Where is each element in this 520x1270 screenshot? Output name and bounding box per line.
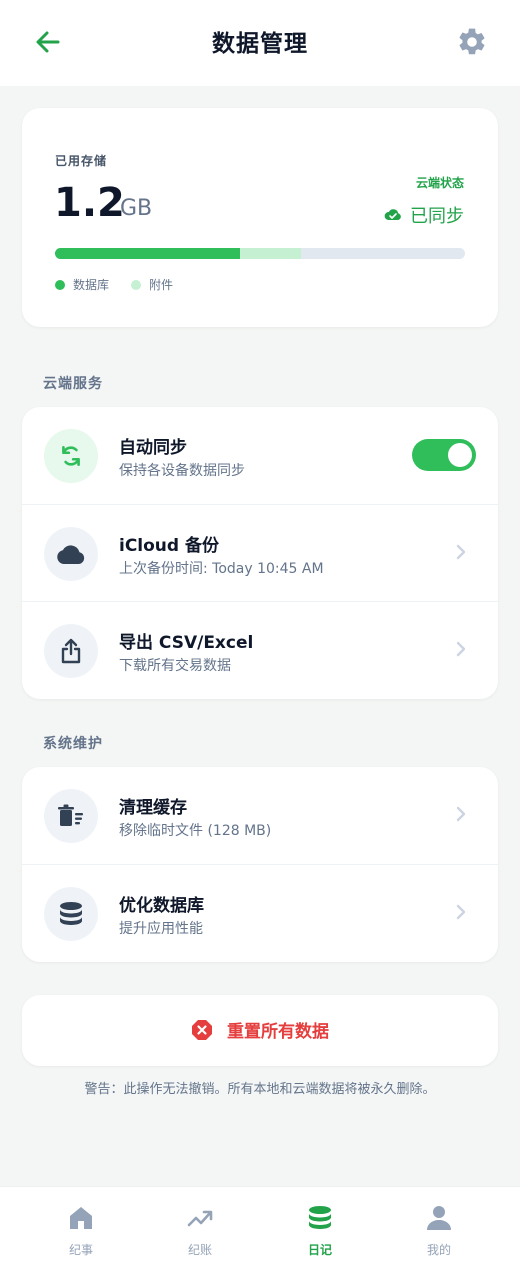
attachments-usage-segment — [239, 248, 301, 259]
nav-label-chronicle: 纪事 — [68, 1243, 93, 1257]
nav-item-chronicle[interactable]: 纪事 — [41, 1205, 121, 1258]
icloud-backup-subtitle: 上次备份时间: Today 10:45 AM — [119, 561, 324, 577]
storage-value: 1.2 — [54, 180, 125, 226]
sync-icon-container — [44, 429, 98, 483]
nav-item-profile[interactable]: 我的 — [399, 1205, 479, 1258]
reset-all-data-button[interactable]: 重置所有数据 — [22, 995, 498, 1066]
gear-icon — [459, 28, 485, 55]
auto-sync-title: 自动同步 — [119, 438, 187, 458]
clear-cache-row[interactable]: 清理缓存 移除临时文件 (128 MB) — [22, 767, 498, 864]
nav-label-diary: 日记 — [307, 1243, 332, 1257]
legend-item-database: 数据库 — [55, 276, 109, 293]
optimize-db-row[interactable]: 优化数据库 提升应用性能 — [22, 864, 498, 961]
cloud-icon-container — [44, 527, 98, 581]
cloud-services-card: 自动同步 保持各设备数据同步 iCloud 备份 上次备份时间: Today 1… — [22, 407, 498, 699]
nav-label-profile: 我的 — [426, 1243, 451, 1257]
icloud-backup-title: iCloud 备份 — [119, 536, 219, 556]
bottom-navigation: 纪事 纪账 日记 我的 — [0, 1186, 520, 1270]
storage-label: 已用存储 — [55, 154, 108, 168]
chevron-right-icon — [456, 806, 466, 822]
data-management-screen: 数据管理 已用存储 1.2 GB 云端状态 已同步 数据库 附件 云端服务 自动… — [0, 0, 520, 1270]
nav-item-diary[interactable]: 日记 — [280, 1205, 360, 1258]
optimize-db-title: 优化数据库 — [119, 896, 204, 916]
nav-label-accounting: 纪账 — [187, 1243, 212, 1257]
top-bar: 数据管理 — [0, 0, 520, 86]
share-icon-container — [44, 624, 98, 678]
trash-icon-container — [44, 789, 98, 843]
trash-icon — [58, 804, 83, 826]
storage-unit: GB — [120, 196, 153, 221]
trend-icon — [187, 1210, 213, 1227]
legend-label-database: 数据库 — [73, 278, 110, 292]
maintenance-card: 清理缓存 移除临时文件 (128 MB) 优化数据库 提升应用性能 — [22, 767, 498, 962]
auto-sync-row[interactable]: 自动同步 保持各设备数据同步 — [22, 407, 498, 504]
database-icon — [309, 1206, 331, 1229]
export-row[interactable]: 导出 CSV/Excel 下载所有交易数据 — [22, 601, 498, 698]
section-title-cloud: 云端服务 — [43, 376, 103, 392]
database-usage-segment — [55, 248, 240, 259]
cloud-check-icon — [384, 209, 401, 220]
error-icon — [192, 1019, 212, 1040]
reset-warning-text: 警告：此操作无法撤销。所有本地和云端数据将被永久删除。 — [84, 1082, 436, 1097]
chevron-right-icon — [456, 544, 466, 560]
home-icon — [70, 1207, 92, 1229]
database-icon — [60, 902, 82, 925]
page-title: 数据管理 — [212, 31, 308, 57]
legend-dot-database — [55, 279, 65, 290]
toggle-knob — [448, 443, 472, 467]
auto-sync-toggle[interactable] — [412, 439, 476, 471]
database-icon-container — [44, 887, 98, 941]
nav-item-accounting[interactable]: 纪账 — [160, 1205, 240, 1258]
cloud-status-label: 云端状态 — [415, 176, 464, 190]
legend-dot-attachments — [131, 279, 142, 290]
cloud-status-text: 已同步 — [410, 206, 464, 227]
sync-icon — [62, 446, 80, 466]
section-title-maintenance: 系统维护 — [43, 736, 103, 752]
reset-label: 重置所有数据 — [227, 1022, 329, 1042]
reset-button-content: 重置所有数据 — [22, 1017, 498, 1042]
settings-button[interactable] — [456, 26, 488, 58]
export-subtitle: 下载所有交易数据 — [119, 658, 231, 674]
icloud-backup-row[interactable]: iCloud 备份 上次备份时间: Today 10:45 AM — [22, 504, 498, 601]
chevron-right-icon — [456, 641, 466, 657]
clear-cache-subtitle: 移除临时文件 (128 MB) — [119, 823, 272, 839]
storage-legend: 数据库 附件 — [55, 276, 173, 293]
legend-label-attachments: 附件 — [149, 278, 174, 292]
legend-item-attachments: 附件 — [131, 276, 173, 293]
storage-usage-bar — [55, 248, 465, 259]
clear-cache-title: 清理缓存 — [119, 798, 187, 818]
export-title: 导出 CSV/Excel — [119, 633, 254, 653]
share-icon — [61, 638, 81, 664]
cloud-icon — [57, 545, 85, 564]
optimize-db-subtitle: 提升应用性能 — [119, 921, 203, 937]
auto-sync-subtitle: 保持各设备数据同步 — [119, 463, 245, 479]
user-icon — [427, 1206, 451, 1230]
cloud-status: 已同步 — [384, 202, 464, 228]
storage-card: 已用存储 1.2 GB 云端状态 已同步 数据库 附件 — [22, 108, 498, 327]
chevron-right-icon — [456, 904, 466, 920]
